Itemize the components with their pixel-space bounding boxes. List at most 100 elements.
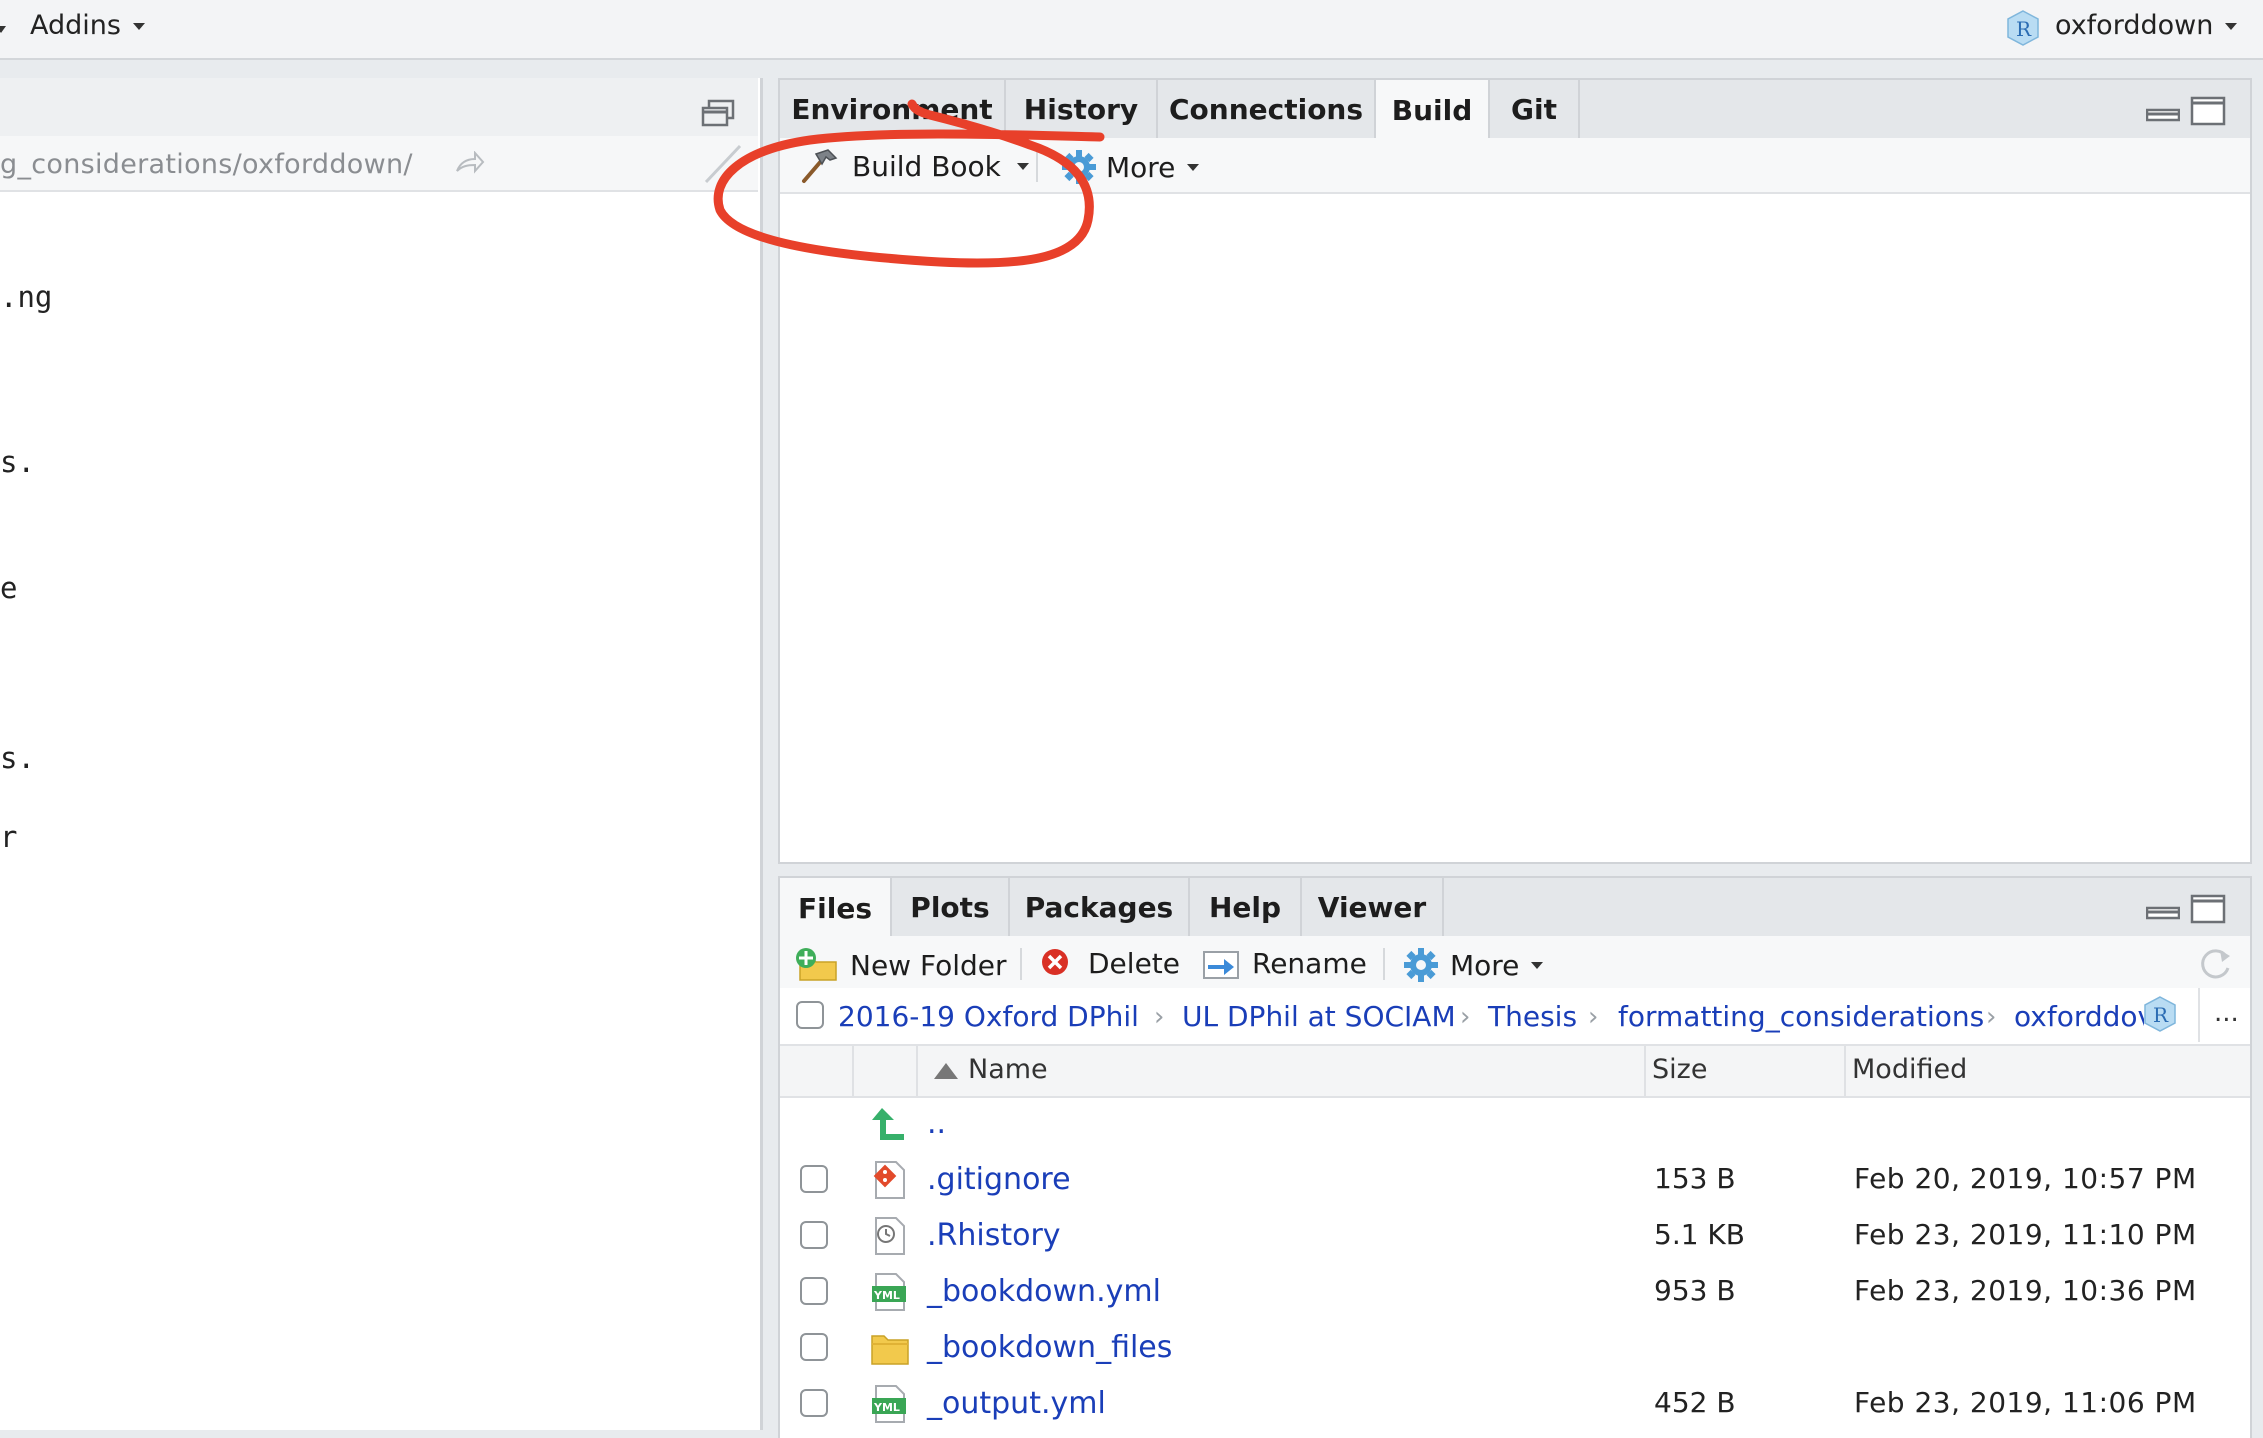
- table-row: YML _bookdown.yml 953 B Feb 23, 2019, 10…: [780, 1264, 2250, 1320]
- maximize-pane-icon[interactable]: [2190, 894, 2226, 924]
- column-divider: [1644, 1046, 1646, 1096]
- breadcrumb-separator-icon: ›: [1460, 1002, 1471, 1032]
- tab-label: Connections: [1168, 92, 1364, 126]
- row-checkbox[interactable]: [800, 1333, 828, 1361]
- table-row[interactable]: ..: [780, 1096, 2250, 1152]
- tab-label: Files: [798, 891, 872, 925]
- column-divider: [1844, 1046, 1846, 1096]
- file-size: 153 B: [1654, 1162, 1736, 1195]
- file-size: 452 B: [1654, 1386, 1736, 1419]
- svg-text:R: R: [2153, 1003, 2169, 1027]
- toolbar-divider: [1383, 948, 1385, 980]
- breadcrumb-separator-icon: ›: [1154, 1002, 1165, 1032]
- chevron-down-icon: [1531, 961, 1544, 969]
- files-pane: Files Plots Packages Help Viewer New Fol…: [778, 876, 2252, 1438]
- breadcrumb-separator-icon: ›: [1588, 1002, 1599, 1032]
- yml-file-icon: YML: [872, 1385, 906, 1423]
- file-modified: Feb 23, 2019, 11:06 PM: [1854, 1386, 2197, 1419]
- breadcrumb-item[interactable]: oxforddov: [2014, 1000, 2144, 1033]
- breadcrumb-separator-icon: ›: [1986, 1002, 1997, 1032]
- row-checkbox[interactable]: [800, 1389, 828, 1417]
- rename-button[interactable]: Rename: [1202, 946, 1367, 980]
- select-all-checkbox[interactable]: [796, 1001, 824, 1029]
- breadcrumb-overflow-button[interactable]: ...: [2214, 998, 2239, 1028]
- delete-label: Delete: [1088, 946, 1180, 980]
- tab-label: Help: [1208, 890, 1282, 924]
- build-output-area: [780, 194, 2250, 860]
- file-name-link[interactable]: _bookdown.yml: [927, 1274, 1161, 1309]
- breadcrumb-item[interactable]: Thesis: [1488, 1000, 1577, 1033]
- rename-label: Rename: [1252, 946, 1367, 980]
- column-divider: [852, 1046, 854, 1096]
- tab-connections[interactable]: Connections: [1158, 80, 1376, 138]
- project-menu[interactable]: oxforddown: [2055, 10, 2238, 41]
- parent-directory-link[interactable]: ..: [927, 1106, 946, 1141]
- code-line: s.: [0, 741, 35, 775]
- tab-build[interactable]: Build: [1376, 80, 1490, 140]
- minimize-pane-icon[interactable]: [2146, 906, 2180, 920]
- share-arrow-icon[interactable]: [455, 151, 485, 175]
- svg-text:YML: YML: [873, 1401, 900, 1414]
- tab-label: Plots: [910, 890, 990, 924]
- table-row: _bookdown_files: [780, 1320, 2250, 1376]
- chevron-down-icon: [1187, 163, 1200, 171]
- file-modified: Feb 23, 2019, 11:10 PM: [1854, 1218, 2197, 1251]
- row-checkbox[interactable]: [800, 1221, 828, 1249]
- breadcrumb-item[interactable]: 2016-19 Oxford DPhil: [838, 1000, 1139, 1033]
- delete-button[interactable]: Delete: [1038, 946, 1180, 980]
- files-toolbar: New Folder Delete Rename More: [780, 936, 2250, 992]
- files-pane-tabbar: Files Plots Packages Help Viewer: [780, 878, 2250, 938]
- tab-label: Packages: [1024, 890, 1174, 924]
- file-modified: Feb 23, 2019, 10:36 PM: [1854, 1274, 2197, 1307]
- menu-caret-icon[interactable]: [0, 26, 6, 33]
- column-name-label: Name: [968, 1054, 1048, 1085]
- sort-ascending-icon: [934, 1062, 958, 1079]
- new-folder-label: New Folder: [850, 948, 1007, 982]
- maximize-pane-icon[interactable]: [2190, 96, 2226, 126]
- breadcrumb-item[interactable]: UL DPhil at SOCIAM: [1182, 1000, 1456, 1033]
- tab-plots[interactable]: Plots: [892, 878, 1010, 936]
- tab-git[interactable]: Git: [1490, 80, 1580, 138]
- annotation-circle: [713, 99, 1105, 268]
- row-checkbox[interactable]: [800, 1165, 828, 1193]
- refresh-icon[interactable]: [2196, 946, 2236, 982]
- svg-text:R: R: [2016, 17, 2032, 41]
- breadcrumb-item[interactable]: formatting_considerations: [1618, 1000, 1984, 1033]
- row-checkbox[interactable]: [800, 1277, 828, 1305]
- table-row: .Rhistory 5.1 KB Feb 23, 2019, 11:10 PM: [780, 1208, 2250, 1264]
- breadcrumb-divider: [2198, 988, 2200, 1042]
- tab-viewer[interactable]: Viewer: [1302, 878, 1444, 936]
- rename-icon: [1203, 951, 1239, 979]
- new-folder-button[interactable]: New Folder: [794, 946, 1007, 984]
- column-size-header[interactable]: Size: [1652, 1054, 1707, 1085]
- file-size: 5.1 KB: [1654, 1218, 1745, 1251]
- gear-icon: [1404, 948, 1438, 982]
- minimize-pane-icon[interactable]: [2146, 108, 2180, 122]
- file-name-link[interactable]: .gitignore: [927, 1162, 1071, 1197]
- tab-packages[interactable]: Packages: [1010, 878, 1190, 936]
- chevron-down-icon: [132, 23, 145, 30]
- editor-pane-header: [0, 78, 758, 138]
- yml-file-icon: YML: [872, 1273, 906, 1311]
- files-more-button[interactable]: More: [1402, 946, 1544, 984]
- file-name-link[interactable]: _output.yml: [927, 1386, 1106, 1421]
- column-modified-header[interactable]: Modified: [1852, 1054, 1967, 1085]
- tab-label: Build: [1391, 93, 1473, 127]
- column-name-header[interactable]: Name: [934, 1054, 1048, 1085]
- code-line: r: [0, 820, 18, 854]
- code-line: .ng: [0, 280, 53, 314]
- code-line: s.: [0, 445, 35, 479]
- table-row: .gitignore 153 B Feb 20, 2019, 10:57 PM: [780, 1152, 2250, 1208]
- file-size: 953 B: [1654, 1274, 1736, 1307]
- menubar: Addins R oxforddown: [0, 0, 2263, 60]
- editor-path-bar: g_considerations/oxforddown/: [0, 136, 758, 192]
- r-project-icon: R: [2007, 10, 2039, 46]
- addins-menu[interactable]: Addins: [30, 10, 145, 41]
- file-table-header: Name Size Modified: [780, 1046, 2250, 1098]
- folder-name-link[interactable]: _bookdown_files: [927, 1330, 1172, 1365]
- code-line: e: [0, 571, 18, 605]
- file-name-link[interactable]: .Rhistory: [927, 1218, 1061, 1253]
- tab-files[interactable]: Files: [780, 878, 892, 938]
- tab-label: Git: [1511, 92, 1557, 126]
- tab-help[interactable]: Help: [1190, 878, 1302, 936]
